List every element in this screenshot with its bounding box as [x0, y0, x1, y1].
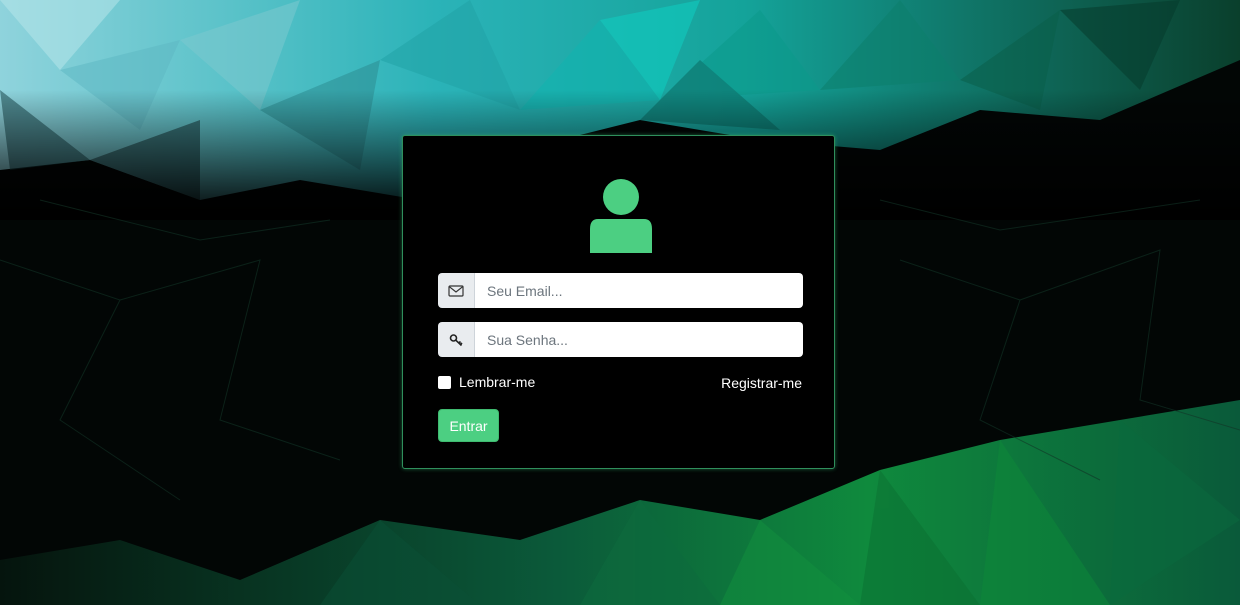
email-input-group: [438, 273, 803, 308]
user-icon: [590, 179, 652, 253]
password-input-group: [438, 322, 803, 357]
register-link[interactable]: Registrar-me: [721, 375, 802, 391]
remember-checkbox[interactable]: [438, 375, 451, 389]
key-icon: [438, 322, 475, 357]
remember-me[interactable]: Lembrar-me: [438, 374, 535, 390]
remember-label: Lembrar-me: [459, 374, 536, 390]
login-button[interactable]: Entrar: [438, 409, 499, 442]
envelope-icon: [438, 273, 475, 308]
login-card: Lembrar-me Registrar-me Entrar: [402, 135, 835, 469]
email-field[interactable]: [475, 273, 803, 308]
password-field[interactable]: [475, 322, 803, 357]
